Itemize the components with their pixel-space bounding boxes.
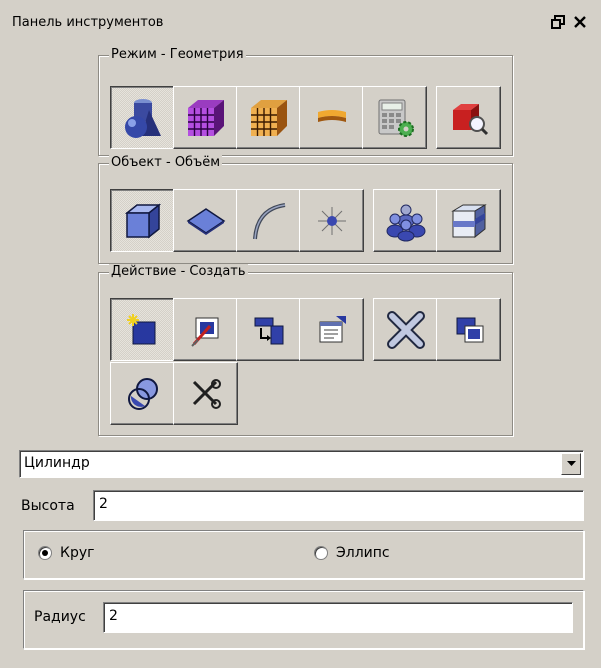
geometry-mode-icon	[124, 98, 161, 138]
copy-button[interactable]	[436, 298, 501, 361]
delete-button[interactable]	[373, 298, 438, 361]
boolean-button[interactable]	[110, 362, 175, 425]
modify-icon	[190, 317, 218, 347]
radius-label: Радиус	[34, 609, 86, 625]
group-icon	[386, 204, 425, 241]
object-group-legend: Объект - Объём	[109, 155, 223, 171]
inspect-volume-button[interactable]	[436, 86, 501, 149]
radio-circle[interactable]: Круг	[38, 545, 94, 561]
delete-icon	[386, 310, 425, 349]
split-button[interactable]	[173, 362, 238, 425]
height-input-value: 2	[99, 496, 108, 512]
create-icon	[126, 313, 155, 344]
create-button[interactable]	[110, 298, 175, 361]
volume-button[interactable]	[110, 189, 175, 252]
modify-button[interactable]	[173, 298, 238, 361]
height-label: Высота	[21, 498, 75, 514]
panel-title: Панель инструментов	[12, 14, 164, 30]
section-type-group	[23, 530, 584, 579]
geometry-mode-button[interactable]	[110, 86, 175, 149]
split-icon	[192, 378, 221, 409]
radio-ellipse[interactable]: Эллипс	[314, 545, 390, 561]
face-icon	[186, 207, 225, 235]
calculator-settings-icon	[378, 99, 414, 137]
properties-icon	[319, 315, 346, 342]
block-mode-button[interactable]	[236, 86, 301, 149]
block-mode-icon	[250, 99, 287, 136]
copy-icon	[456, 317, 483, 342]
boolean-icon	[127, 377, 158, 410]
mode-group-legend: Режим - Геометрия	[109, 47, 246, 63]
mesh-mode-button[interactable]	[173, 86, 238, 149]
height-input[interactable]: 2	[93, 490, 584, 521]
inspect-volume-icon	[452, 103, 488, 135]
edge-icon	[252, 202, 285, 239]
chevron-down-icon[interactable]	[561, 453, 581, 475]
radio-circle-indicator	[38, 546, 52, 560]
vertex-button[interactable]	[299, 189, 364, 252]
boundary-mode-icon	[317, 109, 346, 122]
mesh-mode-icon	[187, 99, 224, 136]
boundary-mode-button[interactable]	[299, 86, 364, 149]
shape-select-value: Цилиндр	[24, 455, 90, 471]
group-button[interactable]	[373, 189, 438, 252]
edge-button[interactable]	[236, 189, 301, 252]
vertex-icon	[317, 206, 346, 235]
radius-input-value: 2	[109, 608, 118, 624]
radio-ellipse-indicator	[314, 546, 328, 560]
face-button[interactable]	[173, 189, 238, 252]
body-button[interactable]	[436, 189, 501, 252]
shape-select[interactable]: Цилиндр	[19, 450, 584, 478]
action-group-legend: Действие - Создать	[109, 264, 248, 280]
body-icon	[450, 203, 487, 238]
properties-button[interactable]	[299, 298, 364, 361]
volume-icon	[124, 202, 161, 239]
panel-titlebar: Панель инструментов	[9, 5, 592, 39]
radio-circle-label: Круг	[60, 545, 95, 561]
radius-input[interactable]: 2	[103, 602, 573, 633]
float-window-icon[interactable]	[550, 14, 566, 30]
transform-icon	[254, 317, 283, 344]
close-icon[interactable]	[572, 14, 588, 30]
radio-ellipse-label: Эллипс	[336, 545, 390, 561]
transform-button[interactable]	[236, 298, 301, 361]
calculator-settings-button[interactable]	[362, 86, 427, 149]
